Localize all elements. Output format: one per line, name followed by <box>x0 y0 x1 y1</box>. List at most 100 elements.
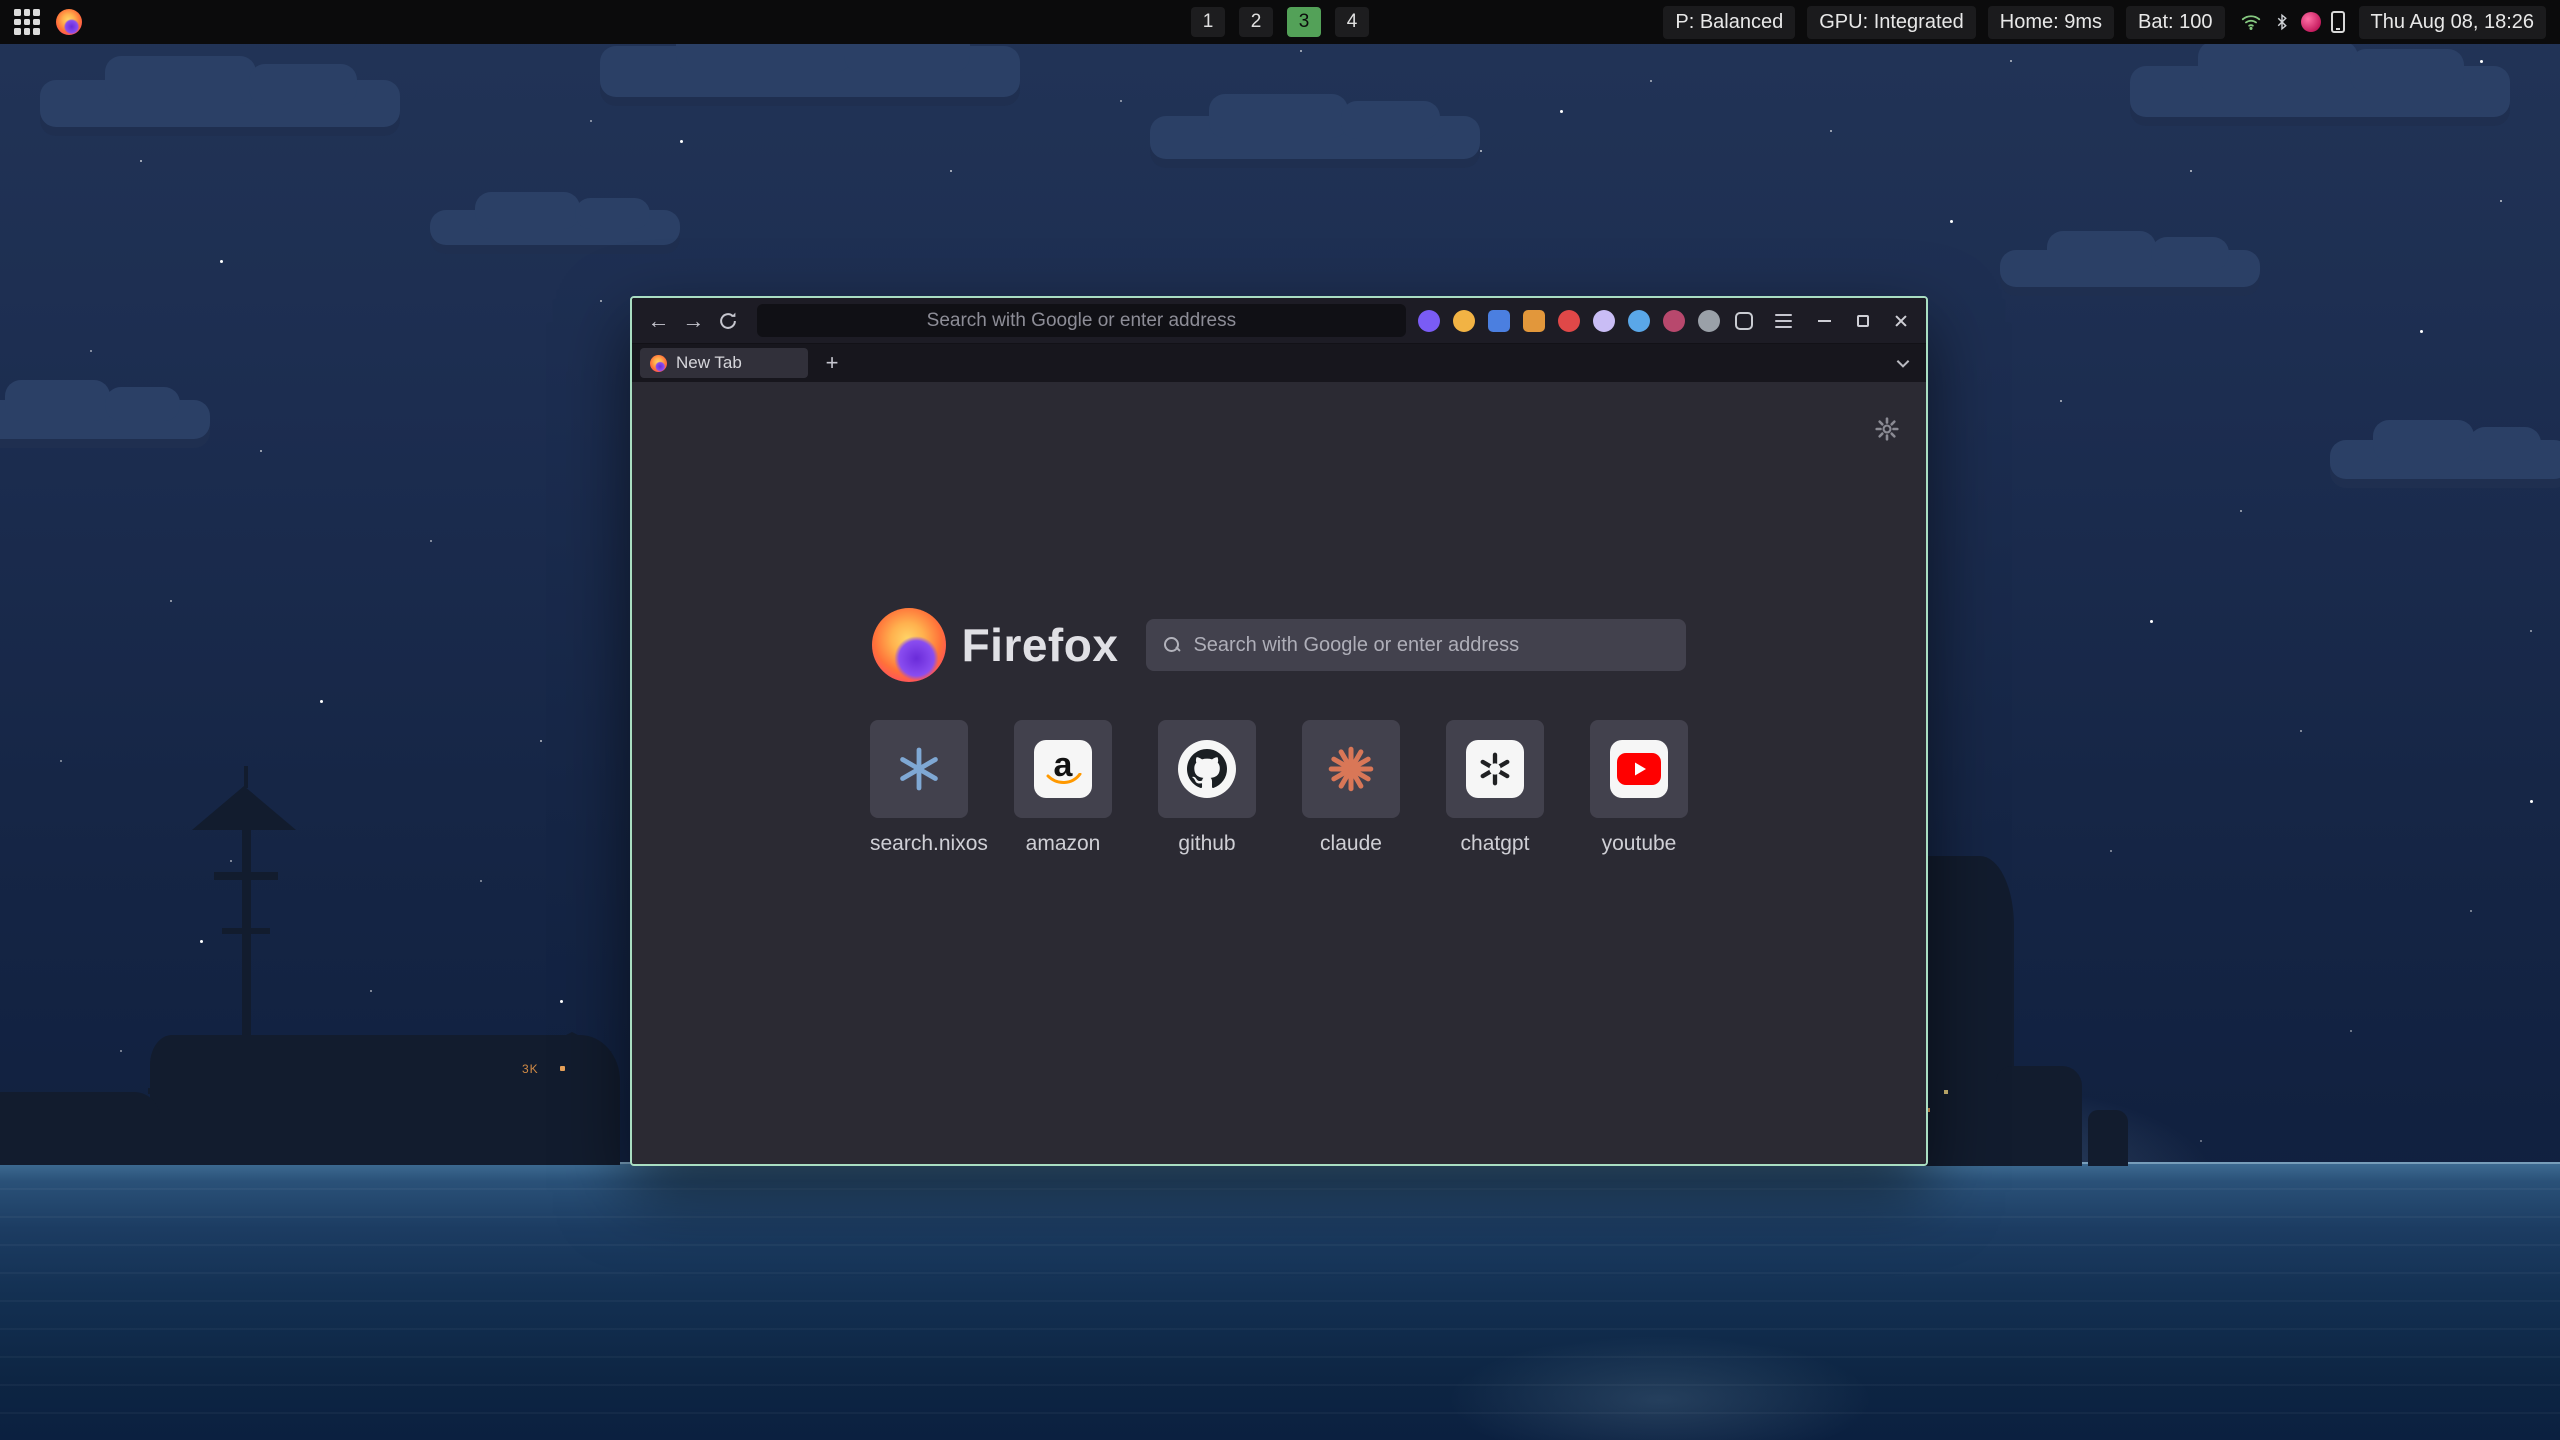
extension-icon-4[interactable] <box>1523 310 1545 332</box>
maximize-button[interactable] <box>1848 306 1878 336</box>
shortcut-label: search.nixos <box>870 832 968 856</box>
firefox-pinned-icon[interactable] <box>56 9 82 35</box>
wallpaper-watchtower-tip <box>244 766 248 788</box>
shortcut-label: amazon <box>1014 832 1112 856</box>
wallpaper-watchtower-deck <box>214 872 278 880</box>
extension-icon-3[interactable] <box>1488 310 1510 332</box>
shortcut-label: claude <box>1302 832 1400 856</box>
wallpaper-hut-roof <box>532 1032 612 1052</box>
wallpaper-rocks-right <box>2088 1110 2128 1166</box>
wallpaper-pier-post <box>232 1094 236 1118</box>
gpu-status: GPU: Integrated <box>1807 6 1976 39</box>
forward-button[interactable]: → <box>677 304 710 338</box>
browser-toolbar: ← → Search with Google or enter address <box>632 298 1926 344</box>
status-bar: 1 2 3 4 P: Balanced GPU: Integrated Home… <box>0 0 2560 44</box>
app-launcher-icon[interactable] <box>14 9 40 35</box>
wallpaper-cloud <box>2330 440 2560 488</box>
newtab-search-input[interactable]: Search with Google or enter address <box>1146 619 1686 671</box>
clock: Thu Aug 08, 18:26 <box>2359 6 2546 39</box>
device-icon[interactable] <box>2331 11 2345 33</box>
list-all-tabs-button[interactable] <box>1894 354 1912 372</box>
youtube-play-icon <box>1610 740 1668 798</box>
shortcut-label: github <box>1158 832 1256 856</box>
firefox-wordmark: Firefox <box>962 618 1119 672</box>
shortcut-github[interactable]: github <box>1158 720 1256 856</box>
wallpaper-cloud <box>600 46 1020 106</box>
wallpaper-water-glow <box>1430 1330 1890 1440</box>
shortcut-label: chatgpt <box>1446 832 1544 856</box>
wallpaper-sign-text: 3K <box>522 1062 539 1076</box>
new-tab-button[interactable]: + <box>818 349 846 377</box>
url-bar[interactable]: Search with Google or enter address <box>757 304 1406 337</box>
wallpaper-cloud <box>1150 116 1480 168</box>
tab-bar: New Tab + <box>632 344 1926 382</box>
workspace-button-1[interactable]: 1 <box>1191 7 1225 37</box>
wallpaper-cloud <box>40 80 400 136</box>
shortcuts-row: search.nixos a amazon <box>632 720 1926 856</box>
extension-icon-7[interactable] <box>1628 310 1650 332</box>
newtab-settings-button[interactable] <box>1874 416 1900 447</box>
extension-icon-2[interactable] <box>1453 310 1475 332</box>
window-controls <box>1810 306 1916 336</box>
search-icon <box>1164 637 1180 653</box>
firefox-logo <box>872 608 946 682</box>
openai-logo-icon <box>1466 740 1524 798</box>
workspace-button-4[interactable]: 4 <box>1335 7 1369 37</box>
close-button[interactable] <box>1886 306 1916 336</box>
tab-new-tab[interactable]: New Tab <box>640 348 808 378</box>
shortcut-search-nixos[interactable]: search.nixos <box>870 720 968 856</box>
wallpaper-cliff-light <box>1944 1090 1948 1094</box>
workspace-button-2[interactable]: 2 <box>1239 7 1273 37</box>
workspace-switcher: 1 2 3 4 <box>1191 0 1369 44</box>
chevron-down-icon <box>1894 354 1912 372</box>
claude-starburst-icon <box>1326 744 1376 794</box>
extension-icon-10[interactable] <box>1733 310 1755 332</box>
menu-button[interactable] <box>1769 306 1798 336</box>
wallpaper-rocks-right <box>1996 1066 2082 1166</box>
extensions-strip <box>1418 310 1755 332</box>
tab-favicon <box>650 355 667 372</box>
wallpaper-cloud <box>2130 66 2510 126</box>
shortcut-label: youtube <box>1590 832 1688 856</box>
url-bar-placeholder: Search with Google or enter address <box>927 310 1236 332</box>
extension-icon-5[interactable] <box>1558 310 1580 332</box>
wallpaper-cloud <box>430 210 680 254</box>
bluetooth-icon[interactable] <box>2273 11 2291 33</box>
tab-title: New Tab <box>676 353 742 373</box>
back-button[interactable]: ← <box>642 304 675 338</box>
power-profile-status: P: Balanced <box>1663 6 1795 39</box>
desktop: 3K 1 2 3 4 P: Balanced GPU: Integrated H… <box>0 0 2560 1440</box>
battery-status: Bat: 100 <box>2126 6 2225 39</box>
shortcut-youtube[interactable]: youtube <box>1590 720 1688 856</box>
reload-button[interactable] <box>712 304 745 338</box>
workspace-button-3[interactable]: 3 <box>1287 7 1321 37</box>
shortcut-claude[interactable]: claude <box>1302 720 1400 856</box>
extension-icon-8[interactable] <box>1663 310 1685 332</box>
wifi-icon[interactable] <box>2239 11 2263 33</box>
gear-icon <box>1874 416 1900 442</box>
shortcut-chatgpt[interactable]: chatgpt <box>1446 720 1544 856</box>
firefox-window: ← → Search with Google or enter address <box>630 296 1928 1166</box>
network-latency-status: Home: 9ms <box>1988 6 2114 39</box>
wallpaper-pier <box>148 1088 280 1094</box>
github-octocat-icon <box>1178 740 1236 798</box>
wallpaper-watchtower-roof <box>192 786 296 830</box>
extension-icon-9[interactable] <box>1698 310 1720 332</box>
extension-icon-1[interactable] <box>1418 310 1440 332</box>
newtab-search-placeholder: Search with Google or enter address <box>1193 634 1519 657</box>
wallpaper-hut-light <box>560 1066 565 1071</box>
minimize-button[interactable] <box>1810 306 1840 336</box>
wallpaper-ocean <box>0 1162 2560 1440</box>
wallpaper-rocks-left <box>0 1092 160 1165</box>
wallpaper-island-left <box>150 1035 620 1165</box>
wallpaper-pier-post <box>196 1094 200 1120</box>
wallpaper-watchtower-deck <box>222 928 270 934</box>
wallpaper-cloud <box>2000 250 2260 296</box>
shortcut-amazon[interactable]: a amazon <box>1014 720 1112 856</box>
color-profile-icon[interactable] <box>2301 12 2321 32</box>
wallpaper-pier-post <box>160 1094 164 1118</box>
wallpaper-cloud <box>0 400 210 448</box>
extension-icon-6[interactable] <box>1593 310 1615 332</box>
amazon-logo-icon: a <box>1034 740 1092 798</box>
wallpaper-watchtower-pole <box>242 826 251 1062</box>
